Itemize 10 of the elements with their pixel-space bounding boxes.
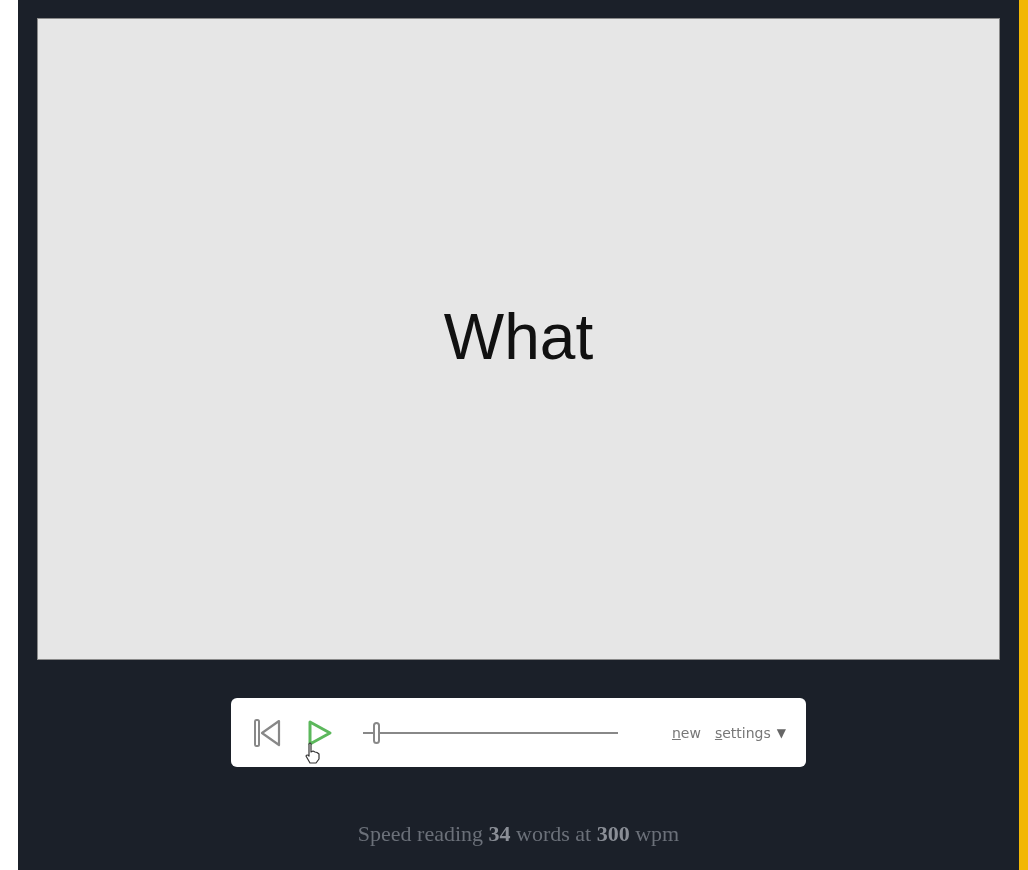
hand-cursor-icon: [305, 742, 321, 764]
progress-slider[interactable]: [363, 721, 618, 744]
skip-back-icon[interactable]: [253, 717, 281, 748]
settings-link[interactable]: settings: [714, 724, 771, 741]
current-word: What: [443, 300, 594, 374]
dropdown-arrow[interactable]: ▼: [776, 725, 786, 740]
status-text: Speed reading 34 words at 300 wpm: [357, 821, 680, 847]
new-link[interactable]: new: [671, 724, 701, 741]
slider-thumb[interactable]: [373, 721, 381, 744]
play-icon[interactable]: [307, 718, 333, 747]
